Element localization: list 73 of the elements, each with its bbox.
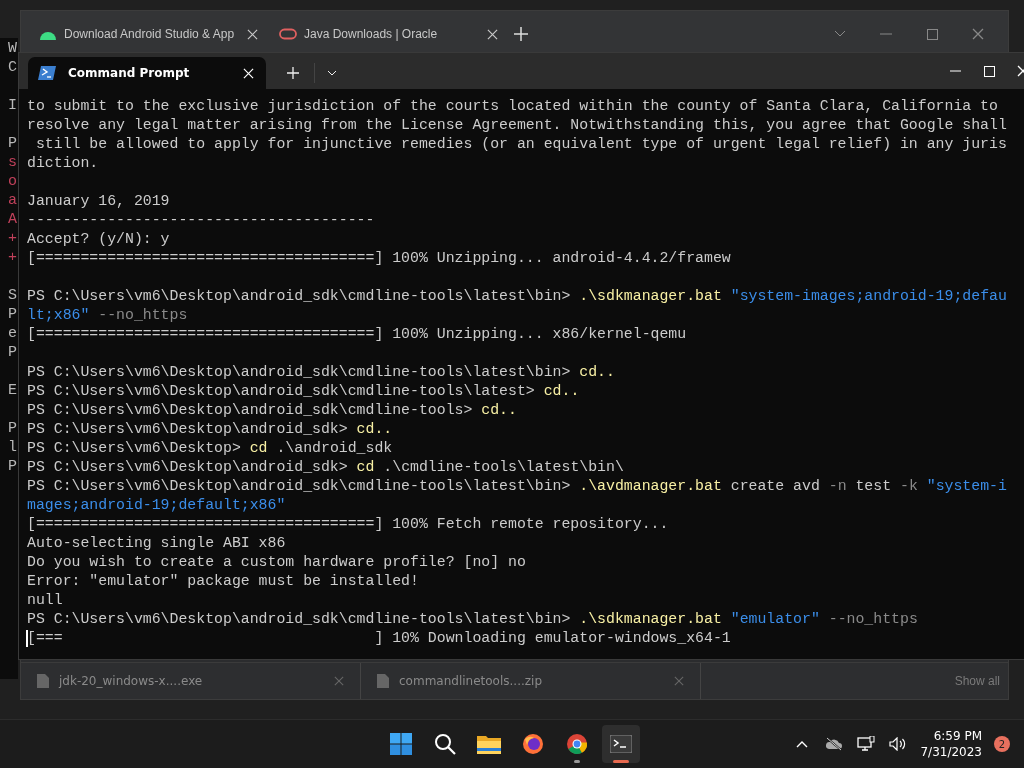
terminal-text: -n [828, 477, 847, 496]
terminal-text: mages;android-19;default;x86" [27, 496, 286, 515]
time-text: 6:59 PM [933, 728, 982, 744]
terminal-line: W [8, 39, 17, 58]
terminal-text: PS C:\Users\vm6\Desktop\android_sdk\cmdline-tools\latest\bin> [27, 610, 572, 629]
terminal-text: resolve any legal matter arising from the License Agreement. Notwithstanding this, you agree that Google shall [27, 116, 1007, 135]
terminal-text: Accept? (y/N): y [27, 230, 170, 249]
terminal-text: still be allowed to apply for injunctive remedies (or an equivalent type of urgent legal relief) in any juris [34, 135, 1007, 154]
terminal-line: + [8, 229, 17, 248]
terminal-text: [=== ] 10% Downloading emulator-windows_x64-1 [27, 629, 731, 648]
notification-badge[interactable]: 2 [994, 736, 1010, 752]
terminal-text: .\sdkmanager.bat [579, 610, 722, 629]
terminal-text: Auto-selecting single ABI x86 [27, 534, 286, 553]
terminal-text: cd.. [579, 363, 615, 382]
terminal-line: P [8, 457, 17, 476]
browser-tab[interactable]: Java Downloads | Oracle [271, 18, 507, 50]
terminal-text: null [27, 591, 63, 610]
terminal-text: .\cmdline-tools\latest\bin\ [382, 458, 624, 477]
terminal-text: diction. [27, 154, 99, 173]
terminal-text: PS C:\Users\vm6\Desktop\android_sdk\cmdline-tools\latest\bin> [27, 477, 572, 496]
terminal-text: [======================================] 100% Fetch remote repository... [27, 515, 669, 534]
terminal-text: PS C:\Users\vm6\Desktop\android_sdk> [27, 420, 349, 439]
terminal-text: "system-i [925, 477, 1007, 496]
terminal-line: e [8, 324, 17, 343]
terminal-text: -k [900, 477, 918, 496]
terminal-text: Error: "emulator" package must be installed! [27, 572, 419, 591]
terminal-line: + [8, 248, 17, 267]
terminal-text: cd [249, 439, 268, 458]
terminal-text: PS C:\Users\vm6\Desktop> [27, 439, 242, 458]
terminal-text: January 16, 2019 [27, 192, 170, 211]
terminal-text: [======================================] 100% Unzipping... x86/kernel-qemu [27, 325, 687, 344]
download-item[interactable]: jdk-20_windows-x....exe [21, 663, 361, 699]
terminal-text: create avd [729, 477, 821, 496]
download-item[interactable]: commandlinetools....zip [361, 663, 701, 699]
terminal-text: --------------------------------------- [27, 211, 375, 230]
terminal-text: .\avdmanager.bat [579, 477, 722, 496]
terminal-text: [======================================] 100% Unzipping... android-4.4.2/framew [27, 249, 731, 268]
terminal-text: PS C:\Users\vm6\Desktop\android_sdk> [27, 458, 349, 477]
terminal-tab[interactable]: Command Prompt [28, 57, 266, 89]
terminal-line: s [8, 153, 17, 172]
terminal-text: cd.. [356, 420, 393, 439]
date-text: 7/31/2023 [920, 744, 982, 760]
terminal-text: PS C:\Users\vm6\Desktop\android_sdk\cmdline-tools\latest> [27, 382, 536, 401]
terminal-line: C [8, 58, 17, 77]
terminal-text: test [854, 477, 893, 496]
terminal-text: .\android_sdk [275, 439, 393, 458]
terminal-text: to submit to the exclusive jurisdiction of the courts located within the county of Santa Clara, California to [27, 97, 998, 116]
terminal-text: lt;x86" [27, 306, 90, 325]
terminal-text: PS C:\Users\vm6\Desktop\android_sdk\cmdline-tools\latest\bin> [27, 287, 572, 306]
terminal-line: l [8, 438, 17, 457]
terminal-line: P [8, 419, 17, 438]
terminal-line: I [8, 96, 17, 115]
terminal-line: A [8, 210, 17, 229]
terminal-text: "system-images;android-19;defau [729, 287, 1007, 306]
terminal-text: .\sdkmanager.bat [579, 287, 722, 306]
terminal-line: S [8, 286, 17, 305]
terminal-line: o [8, 172, 17, 191]
terminal-line: E [8, 381, 17, 400]
terminal-text: PS C:\Users\vm6\Desktop\android_sdk\cmdline-tools> [27, 401, 474, 420]
terminal-text: "emulator" [729, 610, 820, 629]
terminal-text: cd.. [543, 382, 580, 401]
clock[interactable]: 6:59 PM 7/31/2023 [920, 728, 982, 760]
terminal-text: PS C:\Users\vm6\Desktop\android_sdk\cmdline-tools\latest\bin> [27, 363, 572, 382]
browser-tab[interactable]: Download Android Studio & App [31, 18, 267, 50]
terminal-line: P [8, 305, 17, 324]
terminal-text: Do you wish to create a custom hardware profile? [no] no [27, 553, 526, 572]
terminal-text: cd.. [481, 401, 517, 420]
terminal-text: --no_https [97, 306, 188, 325]
terminal-text: cd [356, 458, 375, 477]
terminal-text: --no_https [827, 610, 918, 629]
terminal-line: P [8, 134, 17, 153]
terminal-line: a [8, 191, 17, 210]
terminal-line: P [8, 343, 17, 362]
